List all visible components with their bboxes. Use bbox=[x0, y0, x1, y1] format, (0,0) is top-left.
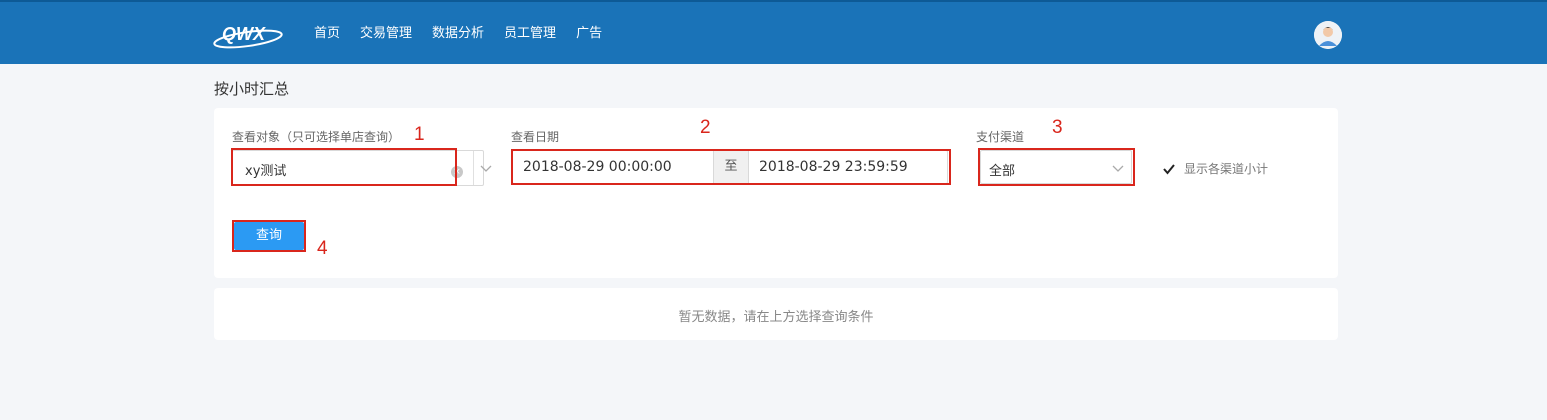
user-avatar[interactable] bbox=[1314, 21, 1342, 49]
top-navbar: QWX 首页 交易管理 数据分析 员工管理 广告 bbox=[0, 0, 1547, 64]
nav-item-analytics[interactable]: 数据分析 bbox=[422, 2, 494, 66]
nav-item-transactions[interactable]: 交易管理 bbox=[350, 2, 422, 66]
chevron-down-icon bbox=[1112, 165, 1124, 172]
page-title: 按小时汇总 bbox=[214, 80, 290, 98]
chevron-down-icon[interactable] bbox=[479, 161, 493, 175]
nav-item-ads[interactable]: 广告 bbox=[566, 2, 612, 66]
query-button[interactable]: 查询 bbox=[234, 222, 304, 250]
checkmark-icon[interactable] bbox=[1162, 162, 1176, 176]
nav-item-home[interactable]: 首页 bbox=[304, 2, 350, 66]
annotation-number-2: 2 bbox=[700, 117, 711, 138]
results-panel: 暂无数据，请在上方选择查询条件 bbox=[214, 288, 1338, 340]
clear-icon[interactable]: × bbox=[451, 166, 463, 178]
filter-panel: 查看对象（只可选择单店查询） xy测试 × 查看日期 2018-08-29 00… bbox=[214, 108, 1338, 278]
date-range-picker: 2018-08-29 00:00:00 至 2018-08-29 23:59:5… bbox=[512, 150, 948, 184]
channel-subtotal-checkbox[interactable]: 显示各渠道小计 bbox=[1162, 160, 1268, 177]
date-end-input[interactable]: 2018-08-29 23:59:59 bbox=[749, 151, 947, 183]
channel-label: 支付渠道 bbox=[976, 130, 1025, 144]
date-start-input[interactable]: 2018-08-29 00:00:00 bbox=[513, 151, 713, 183]
store-select-value: xy测试 bbox=[245, 164, 287, 179]
annotation-number-4: 4 bbox=[317, 238, 328, 259]
annotation-number-1: 1 bbox=[414, 124, 425, 145]
channel-select-value: 全部 bbox=[989, 164, 1016, 179]
qwx-logo[interactable]: QWX bbox=[212, 20, 288, 50]
date-separator: 至 bbox=[713, 151, 749, 183]
empty-state-text: 暂无数据，请在上方选择查询条件 bbox=[678, 310, 874, 325]
nav-item-staff[interactable]: 员工管理 bbox=[494, 2, 566, 66]
store-select[interactable]: xy测试 × bbox=[232, 150, 492, 186]
annotation-number-3: 3 bbox=[1052, 117, 1063, 138]
subtotal-label: 显示各渠道小计 bbox=[1184, 162, 1269, 176]
date-label: 查看日期 bbox=[511, 130, 560, 144]
logo-text: QWX bbox=[222, 24, 266, 44]
object-label: 查看对象（只可选择单店查询） bbox=[232, 130, 401, 144]
select-divider bbox=[473, 151, 474, 185]
channel-select[interactable]: 全部 bbox=[980, 150, 1132, 184]
main-nav: 首页 交易管理 数据分析 员工管理 广告 bbox=[304, 2, 612, 66]
